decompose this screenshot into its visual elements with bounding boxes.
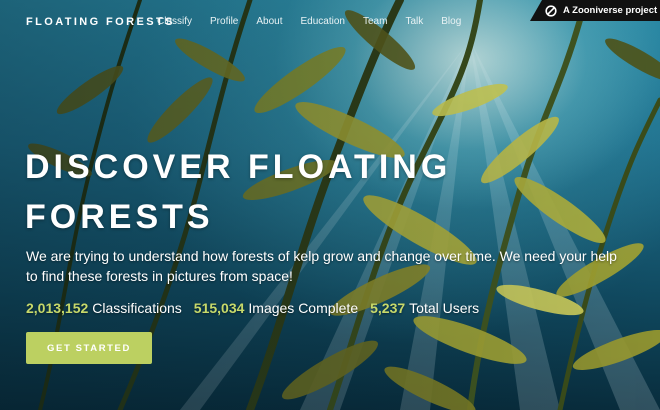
top-navigation: FLOATING FORESTS Classify Profile About …: [0, 0, 660, 44]
nav-link-profile[interactable]: Profile: [210, 16, 238, 27]
stat-label: Images Complete: [248, 300, 359, 316]
stat-total-users: 5,237 Total Users: [370, 300, 479, 316]
stat-value: 5,237: [370, 300, 406, 316]
zooniverse-logo-icon: [545, 4, 557, 17]
nav-link-talk[interactable]: Talk: [405, 16, 423, 27]
stat-value: 515,034: [193, 300, 245, 316]
stat-images-complete: 515,034 Images Complete: [194, 300, 358, 316]
nav-link-team[interactable]: Team: [363, 16, 387, 27]
nav-link-education[interactable]: Education: [301, 16, 345, 27]
stat-label: Total Users: [409, 300, 480, 316]
nav-link-classify[interactable]: Classify: [157, 16, 192, 27]
hero-description: We are trying to understand how forests …: [26, 248, 617, 284]
zooniverse-badge-link[interactable]: A Zooniverse project: [530, 0, 660, 21]
nav-links: Classify Profile About Education Team Ta…: [157, 16, 479, 27]
zooniverse-badge-label: A Zooniverse project: [563, 5, 658, 16]
stat-label: Classifications: [92, 300, 182, 316]
stat-value: 2,013,152: [26, 300, 89, 316]
stats-bar: 2,013,152 Classifications 515,034 Images C…: [26, 300, 491, 316]
stat-classifications: 2,013,152 Classifications: [26, 300, 182, 316]
nav-link-about[interactable]: About: [256, 16, 282, 27]
page-title: DISCOVER FLOATING FORESTS: [25, 148, 452, 236]
brand-logo-link[interactable]: FLOATING FORESTS: [26, 16, 175, 28]
nav-link-blog[interactable]: Blog: [441, 16, 461, 27]
get-started-button[interactable]: GET STARTED: [26, 332, 152, 364]
